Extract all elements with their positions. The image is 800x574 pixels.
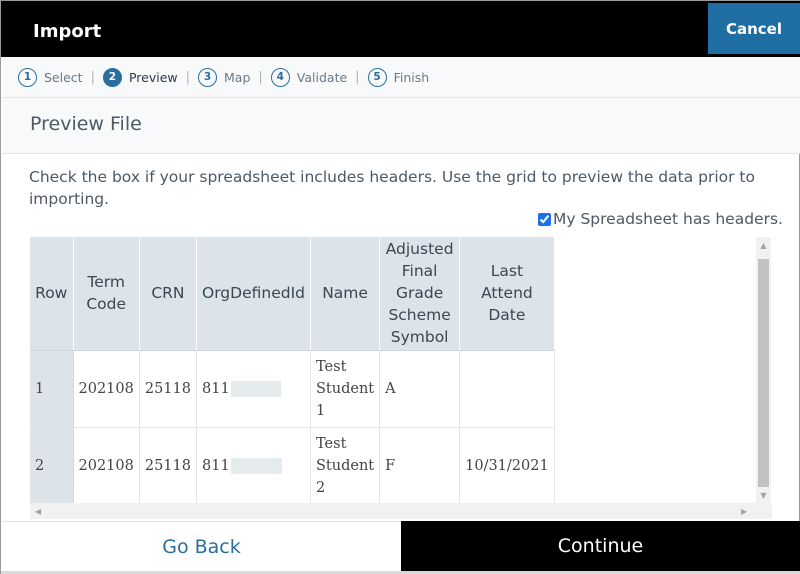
step-label: Select bbox=[44, 69, 83, 85]
section-title: Preview File bbox=[30, 113, 142, 135]
step-separator: | bbox=[185, 69, 191, 85]
scroll-right-arrow-icon[interactable]: ▶ bbox=[736, 503, 752, 519]
cell-row: 1 bbox=[30, 350, 74, 428]
step-number: 1 bbox=[18, 67, 37, 87]
cell-grade-symbol: A bbox=[379, 350, 461, 428]
step-label: Validate bbox=[296, 69, 348, 85]
step-map[interactable]: 3 Map bbox=[198, 67, 251, 87]
cell-name: Test Student 1 bbox=[310, 350, 381, 428]
cell-name: Test Student 2 bbox=[310, 427, 381, 505]
org-id-value: 811 bbox=[202, 457, 230, 474]
cell-crn: 25118 bbox=[139, 427, 198, 505]
column-header-grade-symbol: Adjusted Final Grade Scheme Symbol bbox=[379, 237, 461, 351]
step-label: Preview bbox=[128, 69, 178, 85]
column-header-row: Row bbox=[30, 237, 74, 351]
dialog-footer: Go Back Continue bbox=[1, 521, 800, 574]
step-select[interactable]: 1 Select bbox=[18, 67, 83, 87]
column-header-term-code: Term Code bbox=[73, 237, 140, 351]
horizontal-scrollbar[interactable]: ◀ ▶ bbox=[30, 503, 772, 519]
redaction-box bbox=[230, 457, 282, 474]
preview-table: Row Term Code CRN OrgDefinedId Name Adju… bbox=[30, 237, 555, 505]
step-label: Finish bbox=[393, 69, 430, 85]
step-number: 5 bbox=[367, 67, 387, 87]
column-header-org-defined-id: OrgDefinedId bbox=[196, 237, 311, 351]
step-number: 4 bbox=[270, 67, 290, 87]
headers-checkbox-row[interactable]: My Spreadsheet has headers. bbox=[538, 210, 783, 228]
step-finish[interactable]: 5 Finish bbox=[367, 67, 430, 87]
import-stepper: 1 Select | 2 Preview | 3 Map | 4 Validat… bbox=[2, 57, 800, 98]
cell-last-attend-date: 10/31/2021 bbox=[459, 427, 555, 505]
redaction-box bbox=[230, 380, 281, 397]
go-back-button[interactable]: Go Back bbox=[2, 521, 401, 571]
dialog-title: Import bbox=[33, 21, 102, 42]
headers-checkbox-label: My Spreadsheet has headers. bbox=[553, 210, 783, 228]
cell-org-defined-id: 811 bbox=[196, 350, 311, 428]
scroll-left-arrow-icon[interactable]: ◀ bbox=[30, 503, 46, 519]
org-id-value: 811 bbox=[202, 380, 230, 397]
table-row: 2 202108 25118 811 Test Student 2 F 10/3… bbox=[30, 427, 555, 505]
step-separator: | bbox=[258, 69, 263, 85]
table-row: 1 202108 25118 811 Test Student 1 A bbox=[30, 350, 555, 428]
cell-grade-symbol: F bbox=[379, 427, 461, 505]
step-separator: | bbox=[90, 69, 95, 85]
section-header: Preview File bbox=[2, 98, 800, 154]
step-number: 2 bbox=[102, 67, 122, 87]
cell-term-code: 202108 bbox=[73, 427, 140, 505]
continue-button[interactable]: Continue bbox=[401, 521, 800, 571]
step-label: Map bbox=[224, 69, 251, 85]
cell-org-defined-id: 811 bbox=[196, 427, 311, 505]
scroll-down-arrow-icon[interactable]: ▼ bbox=[756, 487, 771, 503]
vertical-scrollbar[interactable]: ▲ ▼ bbox=[756, 237, 771, 503]
cancel-button[interactable]: Cancel bbox=[708, 3, 800, 54]
step-preview[interactable]: 2 Preview bbox=[102, 67, 178, 87]
scroll-up-arrow-icon[interactable]: ▲ bbox=[756, 237, 771, 253]
instructions-text: Check the box if your spreadsheet includ… bbox=[29, 168, 755, 208]
step-separator: | bbox=[355, 69, 360, 85]
headers-checkbox[interactable] bbox=[538, 212, 551, 226]
cell-crn: 25118 bbox=[139, 350, 198, 428]
column-header-crn: CRN bbox=[139, 237, 198, 351]
vertical-scroll-thumb[interactable] bbox=[758, 259, 769, 487]
column-header-last-attend-date: Last Attend Date bbox=[459, 237, 555, 351]
step-number: 3 bbox=[198, 67, 218, 87]
step-validate[interactable]: 4 Validate bbox=[270, 67, 348, 87]
dialog-header: Import Cancel bbox=[1, 1, 800, 57]
preview-grid: Row Term Code CRN OrgDefinedId Name Adju… bbox=[30, 237, 772, 519]
cell-term-code: 202108 bbox=[73, 350, 140, 428]
cell-row: 2 bbox=[30, 427, 74, 505]
column-header-name: Name bbox=[310, 237, 381, 351]
import-dialog: Import Cancel 1 Select | 2 Preview | 3 M… bbox=[0, 0, 800, 574]
cell-last-attend-date bbox=[459, 350, 555, 428]
